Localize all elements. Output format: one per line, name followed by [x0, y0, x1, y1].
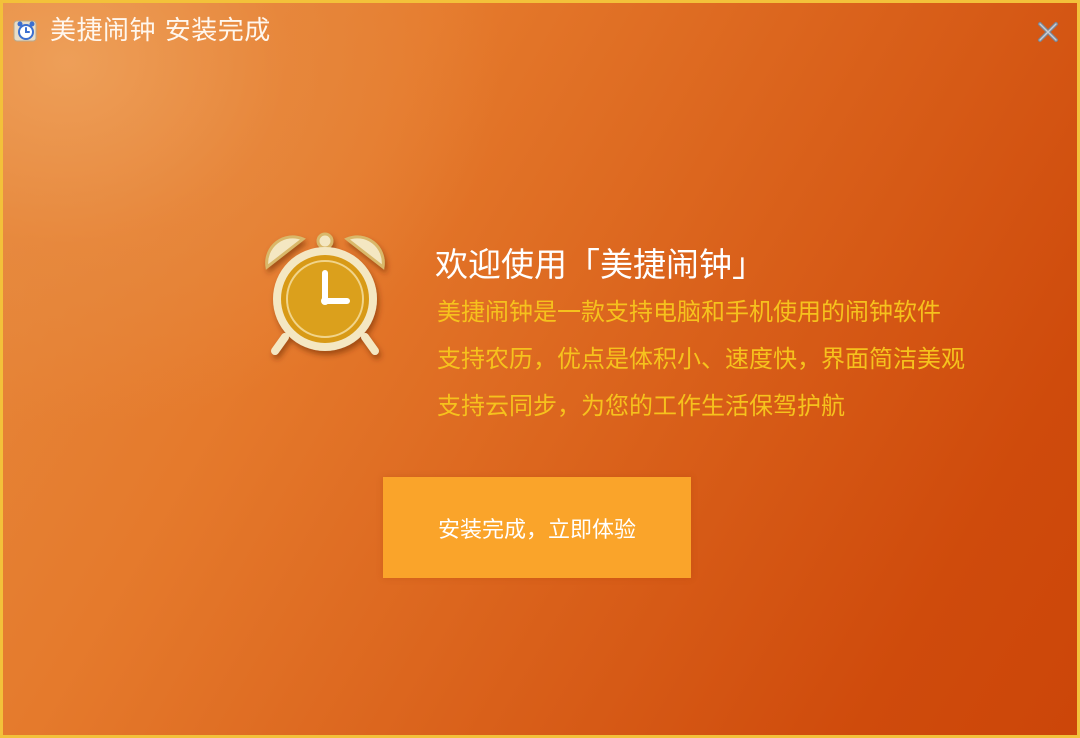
title-bar[interactable]: 美捷闹钟 安装完成 [3, 3, 1077, 59]
alarm-clock-icon [265, 232, 385, 355]
window-title: 美捷闹钟 安装完成 [50, 16, 271, 46]
description-line-2: 支持农历，优点是体积小、速度快，界面简洁美观 [437, 345, 965, 373]
installer-window: 美捷闹钟 安装完成 欢迎使用「美捷闹钟」 美捷闹钟是一款支持电脑和手机使用的闹钟… [0, 0, 1080, 738]
description-line-1: 美捷闹钟是一款支持电脑和手机使用的闹钟软件 [437, 298, 941, 326]
description-line-3: 支持云同步，为您的工作生活保驾护航 [437, 392, 845, 420]
close-icon[interactable] [1033, 17, 1063, 47]
finish-install-button[interactable]: 安装完成，立即体验 [383, 477, 691, 578]
alarm-clock-app-icon [13, 20, 37, 42]
welcome-heading: 欢迎使用「美捷闹钟」 [435, 245, 765, 284]
